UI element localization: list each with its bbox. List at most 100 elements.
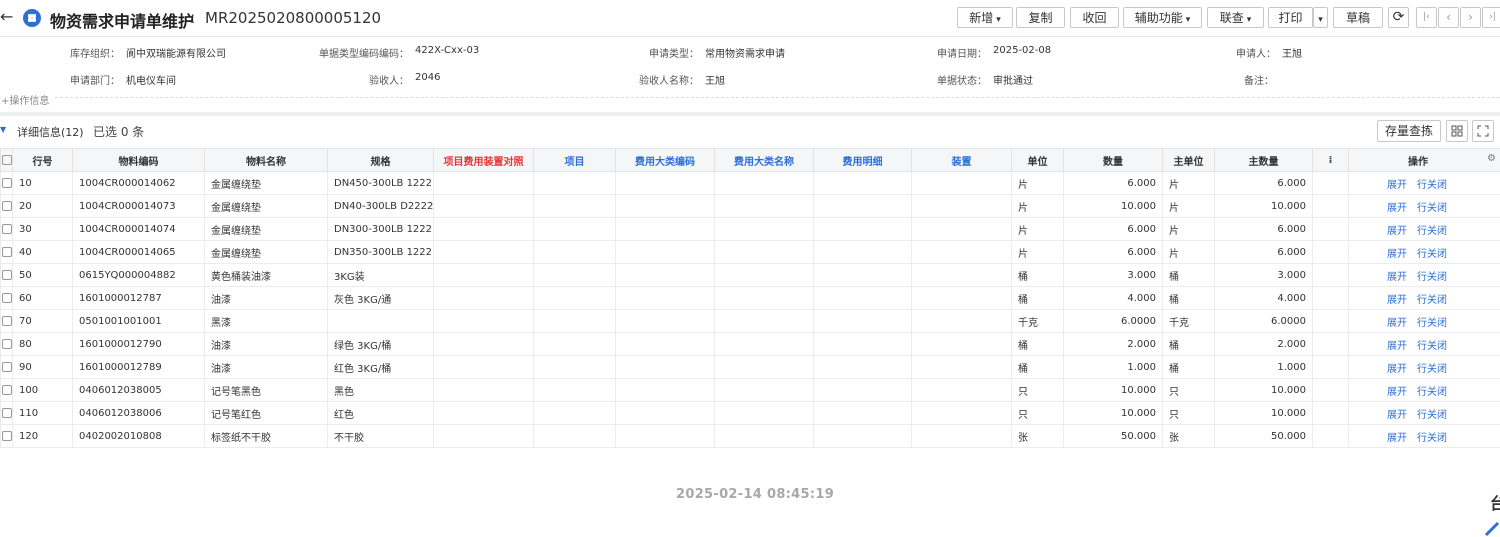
expand-link[interactable]: 展开: [1387, 410, 1407, 421]
cell-line-no[interactable]: 30: [12, 217, 73, 241]
cell-material-code[interactable]: 1004CR000014062: [72, 171, 205, 195]
cell-spacer[interactable]: [1312, 378, 1349, 402]
row-checkbox[interactable]: [0, 378, 13, 402]
cell-main-unit[interactable]: 片: [1162, 217, 1215, 241]
cell-spec[interactable]: 黑色: [327, 378, 434, 402]
cell-material-name[interactable]: 黄色桶装油漆: [204, 263, 328, 287]
row-close-link[interactable]: 行关闭: [1417, 364, 1447, 375]
col-header-main-qty[interactable]: 主数量: [1214, 148, 1313, 172]
col-header-project[interactable]: 项目: [533, 148, 616, 172]
cell-material-name[interactable]: 记号笔黑色: [204, 378, 328, 402]
cell-main-qty[interactable]: 6.0000: [1214, 309, 1313, 333]
cell-line-no[interactable]: 90: [12, 355, 73, 379]
cell-spec[interactable]: 3KG装: [327, 263, 434, 287]
row-checkbox-box[interactable]: [1, 177, 12, 188]
cell-fee-category-name[interactable]: [714, 217, 814, 241]
cell-line-no[interactable]: 20: [12, 194, 73, 218]
cell-project-fee-map[interactable]: [433, 263, 534, 287]
cell-spec[interactable]: DN450-300LB 1222: [327, 171, 434, 195]
cell-project-fee-map[interactable]: [433, 378, 534, 402]
cell-main-qty[interactable]: 2.000: [1214, 332, 1313, 356]
query-button[interactable]: 联查 ▾: [1207, 7, 1264, 28]
cell-device[interactable]: [911, 263, 1012, 287]
expand-link[interactable]: 展开: [1387, 387, 1407, 398]
cell-main-qty[interactable]: 3.000: [1214, 263, 1313, 287]
cell-fee-category-name[interactable]: [714, 286, 814, 310]
cell-qty[interactable]: 6.000: [1063, 240, 1163, 264]
expand-link[interactable]: 展开: [1387, 180, 1407, 191]
date-value[interactable]: 2025-02-08: [993, 45, 1051, 56]
table-row[interactable]: 120 0402002010808 标签纸不干胶 不干胶张 50.000 张 50.000 展…: [0, 424, 1500, 448]
cell-fee-category-name[interactable]: [714, 378, 814, 402]
row-close-link[interactable]: 行关闭: [1417, 433, 1447, 444]
cell-fee-category-name[interactable]: [714, 309, 814, 333]
table-row[interactable]: 90 1601000012789 油漆 红色 3KG/桶桶 1.000 桶 1.000 展开行…: [0, 355, 1500, 379]
cell-spacer[interactable]: [1312, 332, 1349, 356]
table-row[interactable]: 20 1004CR000014073 金属缠绕垫 DN40-300LB D2222 片 1…: [0, 194, 1500, 218]
cell-fee-detail[interactable]: [813, 355, 912, 379]
cell-main-unit[interactable]: 片: [1162, 240, 1215, 264]
cell-material-code[interactable]: 1601000012787: [72, 286, 205, 310]
expand-link[interactable]: 展开: [1387, 249, 1407, 260]
row-close-link[interactable]: 行关闭: [1417, 249, 1447, 260]
cell-qty[interactable]: 2.000: [1063, 332, 1163, 356]
cell-fee-category-code[interactable]: [615, 171, 715, 195]
cell-main-qty[interactable]: 6.000: [1214, 217, 1313, 241]
cell-spacer[interactable]: [1312, 355, 1349, 379]
cell-project[interactable]: [533, 263, 616, 287]
cell-line-no[interactable]: 120: [12, 424, 73, 448]
cell-spec[interactable]: 红色: [327, 401, 434, 425]
row-checkbox[interactable]: [0, 286, 13, 310]
cell-material-code[interactable]: 1004CR000014065: [72, 240, 205, 264]
cell-main-unit[interactable]: 千克: [1162, 309, 1215, 333]
row-checkbox[interactable]: [0, 401, 13, 425]
cell-qty[interactable]: 6.0000: [1063, 309, 1163, 333]
cell-project-fee-map[interactable]: [433, 355, 534, 379]
cell-project-fee-map[interactable]: [433, 309, 534, 333]
cell-fee-category-name[interactable]: [714, 263, 814, 287]
dept-value[interactable]: 机电仪车间: [126, 72, 176, 87]
row-checkbox-box[interactable]: [1, 430, 12, 441]
cell-spacer[interactable]: [1312, 171, 1349, 195]
cell-material-name[interactable]: 金属缠绕垫: [204, 240, 328, 264]
cell-spec[interactable]: DN300-300LB 1222: [327, 217, 434, 241]
row-close-link[interactable]: 行关闭: [1417, 180, 1447, 191]
cell-spacer[interactable]: [1312, 194, 1349, 218]
cell-fee-detail[interactable]: [813, 378, 912, 402]
row-checkbox-box[interactable]: [1, 315, 12, 326]
cell-spacer[interactable]: [1312, 286, 1349, 310]
cell-spacer[interactable]: [1312, 424, 1349, 448]
cell-fee-category-name[interactable]: [714, 171, 814, 195]
aux-function-button[interactable]: 辅助功能 ▾: [1123, 7, 1202, 28]
cell-spec[interactable]: 绿色 3KG/桶: [327, 332, 434, 356]
fullscreen-icon[interactable]: [1472, 120, 1494, 142]
row-checkbox[interactable]: [0, 424, 13, 448]
cell-fee-category-code[interactable]: [615, 378, 715, 402]
col-header-fee-detail[interactable]: 费用明细: [813, 148, 912, 172]
row-checkbox[interactable]: [0, 355, 13, 379]
cell-line-no[interactable]: 60: [12, 286, 73, 310]
cell-spacer[interactable]: [1312, 240, 1349, 264]
cell-material-name[interactable]: 油漆: [204, 355, 328, 379]
expand-link[interactable]: 展开: [1387, 364, 1407, 375]
cell-unit[interactable]: 桶: [1011, 355, 1064, 379]
row-checkbox-box[interactable]: [1, 200, 12, 211]
cell-main-qty[interactable]: 4.000: [1214, 286, 1313, 310]
cell-unit[interactable]: 桶: [1011, 263, 1064, 287]
cell-device[interactable]: [911, 194, 1012, 218]
cell-material-name[interactable]: 记号笔红色: [204, 401, 328, 425]
cell-unit[interactable]: 只: [1011, 378, 1064, 402]
applytype-value[interactable]: 常用物资需求申请: [705, 45, 785, 60]
cell-spec[interactable]: 灰色 3KG/通: [327, 286, 434, 310]
cell-device[interactable]: [911, 217, 1012, 241]
cell-main-unit[interactable]: 桶: [1162, 332, 1215, 356]
cell-unit[interactable]: 片: [1011, 194, 1064, 218]
row-checkbox-box[interactable]: [1, 269, 12, 280]
cell-qty[interactable]: 10.000: [1063, 401, 1163, 425]
cell-material-name[interactable]: 黑漆: [204, 309, 328, 333]
cell-qty[interactable]: 3.000: [1063, 263, 1163, 287]
cell-device[interactable]: [911, 240, 1012, 264]
col-header-main-unit[interactable]: 主单位: [1162, 148, 1215, 172]
cell-project-fee-map[interactable]: [433, 286, 534, 310]
cell-material-code[interactable]: 0615YQ000004882: [72, 263, 205, 287]
